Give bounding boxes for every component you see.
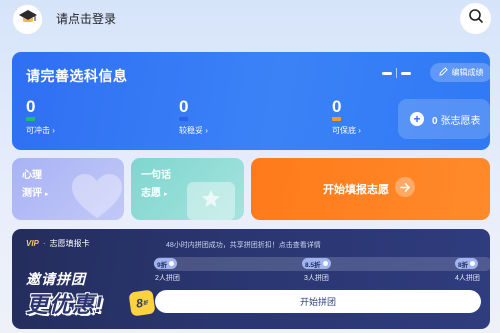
wish-subtitle: 志愿 — [141, 188, 161, 199]
vip-card-name: 志愿填报卡 — [49, 239, 90, 248]
search-button[interactable] — [460, 3, 491, 34]
toggle-view-icon[interactable] — [382, 68, 414, 78]
promo-banner: 邀请拼团 更优惠! 8折 — [26, 269, 156, 325]
stat-reach-value: 0 — [26, 97, 36, 116]
top-header: 请点击登录 — [0, 0, 500, 40]
psych-title: 心理 — [22, 170, 42, 181]
arrow-right-icon — [395, 177, 415, 197]
stat-stable-bar — [179, 117, 188, 121]
volunteer-table-button[interactable]: + 0 张志愿表 — [398, 99, 490, 139]
vip-separator: · — [42, 239, 46, 248]
stat-reach[interactable]: 0 可冲击 › — [26, 98, 55, 136]
stat-stable[interactable]: 0 较稳妥 › — [179, 98, 208, 136]
stat-stable-value: 0 — [179, 97, 189, 116]
promo-line1: 邀请拼团 — [26, 271, 86, 287]
subject-info-card[interactable]: 请完善选科信息 编辑成绩 0 可冲击 › 0 较稳妥 › 0 可保底 › + 0… — [12, 52, 490, 150]
stat-reach-label: 可冲击 — [26, 126, 50, 135]
tier-3-discount: 8折 — [455, 258, 479, 269]
one-sentence-wish-tile[interactable]: 一句话 志愿 ▸ — [131, 158, 244, 220]
promo-line2: 更优惠! — [26, 292, 104, 317]
graduation-cap-icon — [18, 7, 38, 32]
login-link[interactable]: 请点击登录 — [56, 10, 116, 27]
avatar[interactable] — [12, 4, 43, 35]
discount-badge: 8折 — [128, 289, 156, 317]
wish-title: 一句话 — [141, 170, 171, 181]
start-group-buy-button[interactable]: 开始拼团 — [155, 290, 481, 313]
psych-subtitle: 测评 — [22, 188, 42, 199]
chevron-right-icon: ▸ — [164, 191, 168, 198]
group-progress-track: 9折 8.5折 8折 — [154, 257, 490, 271]
volunteer-label: 张志愿表 — [440, 115, 481, 127]
stat-safe[interactable]: 0 可保底 › — [332, 98, 361, 136]
heart-icon — [72, 174, 122, 218]
start-filling-tile[interactable]: 开始填报志愿 — [251, 158, 490, 220]
search-icon — [468, 8, 484, 29]
plus-icon: + — [410, 112, 424, 126]
stat-safe-value: 0 — [332, 97, 342, 116]
info-card-title: 请完善选科信息 — [26, 68, 128, 84]
edit-icon — [438, 67, 448, 78]
volunteer-count: 0 — [432, 115, 438, 127]
tier-2-people: 3人拼团 — [304, 275, 329, 282]
group-buy-notice[interactable]: 48小时内拼团成功，共享拼团折扣！点击查看详情 — [166, 240, 321, 250]
chevron-right-icon: ▸ — [45, 191, 49, 198]
stat-safe-bar — [332, 117, 341, 121]
tier-1-discount: 9折 — [154, 258, 178, 269]
stat-reach-bar — [26, 117, 35, 121]
start-filling-label: 开始填报志愿 — [323, 184, 389, 196]
edit-scores-button[interactable]: 编辑成绩 — [430, 63, 490, 82]
stat-safe-label: 可保底 — [332, 126, 356, 135]
tier-3-people: 4人拼团 — [455, 275, 480, 282]
tier-2-discount: 8.5折 — [302, 258, 331, 269]
vip-badge: VIP — [26, 239, 39, 248]
stat-stable-label: 较稳妥 — [179, 126, 203, 135]
edit-scores-label: 编辑成绩 — [451, 68, 484, 77]
psych-test-tile[interactable]: 心理 测评 ▸ — [12, 158, 124, 220]
star-card-icon — [187, 182, 235, 220]
vip-group-buy-card[interactable]: VIP · 志愿填报卡 48小时内拼团成功，共享拼团折扣！点击查看详情 邀请拼团… — [12, 229, 490, 329]
tier-1-people: 2人拼团 — [155, 275, 180, 282]
